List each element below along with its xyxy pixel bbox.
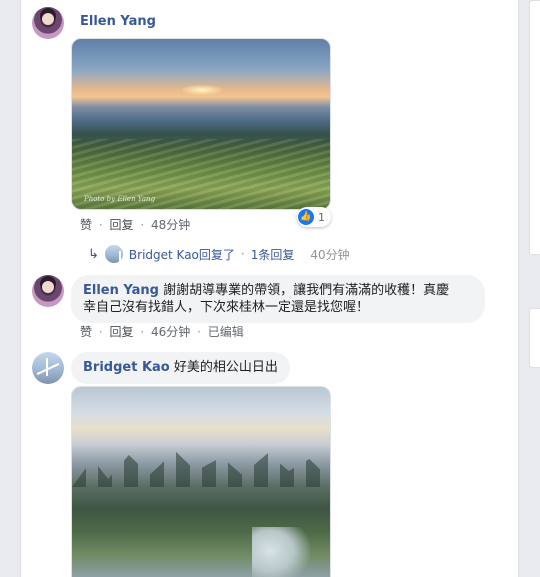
- comment-text-line1: 謝謝胡導專業的帶領，讓我們有滿滿的收穫！真慶: [163, 283, 450, 298]
- replies-time: 40分钟: [310, 247, 350, 262]
- left-gutter: [0, 0, 20, 577]
- comment-bubble: Ellen Yang 謝謝胡導專業的帶領，讓我們有滿滿的收穫！真慶 幸自己沒有找…: [71, 275, 485, 323]
- comment-actions: 赞 · 回复 · 46分钟 · 已编辑: [80, 323, 244, 340]
- comment-bubble: Bridget Kao 好美的相公山日出: [71, 352, 290, 384]
- right-side-card: [529, 0, 540, 255]
- photo-watermark: Photo by Ellen Yang: [84, 195, 156, 203]
- avatar[interactable]: [32, 352, 64, 384]
- comment-author[interactable]: Bridget Kao: [83, 360, 170, 375]
- separator: ·: [197, 325, 201, 339]
- avatar[interactable]: [32, 275, 64, 307]
- separator: ·: [140, 218, 145, 232]
- reaction-summary[interactable]: 👍 1: [297, 207, 331, 227]
- avatar: [104, 245, 123, 263]
- separator: ·: [140, 325, 145, 339]
- like-link[interactable]: 赞: [80, 218, 92, 232]
- reaction-count: 1: [318, 210, 325, 224]
- avatar[interactable]: [32, 7, 64, 39]
- comment-photo-rice-terraces[interactable]: Photo by Ellen Yang: [71, 38, 331, 210]
- view-replies[interactable]: ↳ Bridget Kao回复了 · 1条回复 40分钟: [88, 244, 350, 264]
- reply-arrow-icon: ↳: [88, 246, 99, 262]
- comment-photo-karst-mountains[interactable]: [71, 386, 331, 577]
- comment-text-line2: 幸自己沒有找錯人，下次來桂林一定還是找您喔！: [83, 300, 370, 315]
- comment-author[interactable]: Ellen Yang: [80, 14, 156, 29]
- right-side-card: [529, 308, 540, 368]
- comment-time[interactable]: 48分钟: [151, 218, 190, 232]
- separator: ·: [98, 218, 103, 232]
- replies-author-text[interactable]: Bridget Kao回复了: [129, 246, 235, 263]
- thumbs-up-icon: 👍: [298, 209, 314, 225]
- comment-text: 好美的相公山日出: [173, 360, 278, 375]
- comment-author[interactable]: Ellen Yang: [83, 283, 159, 298]
- comment-time[interactable]: 46分钟: [151, 325, 190, 339]
- reply-link[interactable]: 回复: [110, 325, 134, 339]
- comment-actions: 赞 · 回复 · 48分钟: [80, 216, 190, 233]
- reply-link[interactable]: 回复: [110, 218, 134, 232]
- separator: ·: [240, 247, 245, 261]
- replies-count[interactable]: 1条回复: [251, 246, 295, 263]
- separator: ·: [98, 325, 103, 339]
- edited-label[interactable]: 已编辑: [208, 325, 244, 339]
- like-link[interactable]: 赞: [80, 325, 92, 339]
